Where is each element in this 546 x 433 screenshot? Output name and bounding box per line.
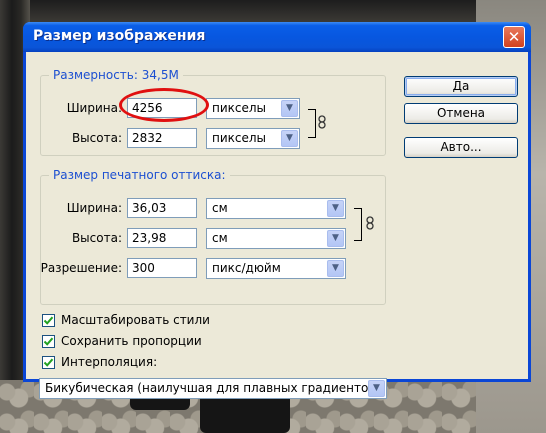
pixel-dimensions-legend: Размерность: 34,5М bbox=[49, 68, 183, 82]
interpolation-method-value: Бикубическая (наилучшая для плавных град… bbox=[45, 381, 381, 395]
chevron-down-icon[interactable]: ▼ bbox=[281, 100, 298, 117]
resolution-label: Разрешение: bbox=[40, 261, 122, 275]
chevron-down-icon[interactable]: ▼ bbox=[327, 230, 344, 247]
doc-height-unit-select[interactable]: см ▼ bbox=[206, 228, 346, 249]
pixel-width-unit-select[interactable]: пикселы ▼ bbox=[206, 98, 300, 119]
pixel-width-label: Ширина: bbox=[66, 101, 122, 115]
cancel-button[interactable]: Отмена bbox=[404, 103, 518, 124]
dialog-title: Размер изображения bbox=[33, 28, 206, 44]
doc-height-unit-value: см bbox=[212, 231, 228, 245]
scale-styles-checkbox[interactable] bbox=[42, 314, 55, 327]
doc-height-input[interactable]: 23,98 bbox=[127, 228, 197, 248]
scale-styles-label: Масштабировать стили bbox=[61, 313, 210, 327]
pixel-height-unit-select[interactable]: пикселы ▼ bbox=[206, 128, 300, 149]
title-bar[interactable]: Размер изображения ✕ bbox=[23, 22, 531, 52]
interpolation-method-select[interactable]: Бикубическая (наилучшая для плавных град… bbox=[39, 378, 387, 399]
red-annotation-ellipse bbox=[119, 88, 209, 122]
doc-width-unit-value: см bbox=[212, 201, 228, 215]
constrain-label: Сохранить пропорции bbox=[61, 334, 202, 348]
pixel-width-unit-value: пикселы bbox=[212, 101, 267, 115]
doc-width-label: Ширина: bbox=[66, 201, 122, 215]
constrain-bracket bbox=[308, 109, 316, 138]
ok-button[interactable]: Да bbox=[404, 76, 518, 97]
chain-link-icon bbox=[318, 115, 326, 129]
chevron-down-icon[interactable]: ▼ bbox=[368, 380, 385, 397]
document-size-legend: Размер печатного оттиска: bbox=[49, 168, 230, 182]
chain-link-icon bbox=[366, 216, 374, 230]
pixel-height-unit-value: пикселы bbox=[212, 131, 267, 145]
doc-width-unit-select[interactable]: см ▼ bbox=[206, 198, 346, 219]
checkmark-icon bbox=[43, 358, 54, 367]
chevron-down-icon[interactable]: ▼ bbox=[281, 130, 298, 147]
auto-button[interactable]: Авто... bbox=[404, 137, 518, 158]
pixel-height-input[interactable]: 2832 bbox=[127, 128, 197, 148]
checkmark-icon bbox=[43, 316, 54, 325]
pixel-height-label: Высота: bbox=[71, 131, 122, 145]
resample-label: Интерполяция: bbox=[61, 355, 158, 369]
doc-height-label: Высота: bbox=[71, 231, 122, 245]
resample-checkbox[interactable] bbox=[42, 356, 55, 369]
constrain-checkbox[interactable] bbox=[42, 335, 55, 348]
image-size-dialog: Размер изображения ✕ Размерность: 34,5М … bbox=[23, 22, 531, 399]
resolution-input[interactable]: 300 bbox=[127, 258, 197, 278]
doc-width-input[interactable]: 36,03 bbox=[127, 198, 197, 218]
close-icon[interactable]: ✕ bbox=[503, 26, 525, 48]
resolution-unit-value: пикс/дюйм bbox=[212, 261, 281, 275]
resolution-unit-select[interactable]: пикс/дюйм ▼ bbox=[206, 258, 346, 279]
checkmark-icon bbox=[43, 337, 54, 346]
chevron-down-icon[interactable]: ▼ bbox=[327, 260, 344, 277]
chevron-down-icon[interactable]: ▼ bbox=[327, 200, 344, 217]
constrain-bracket bbox=[354, 208, 362, 241]
dialog-body: Размерность: 34,5М Ширина: 4256 пикселы … bbox=[26, 52, 528, 399]
